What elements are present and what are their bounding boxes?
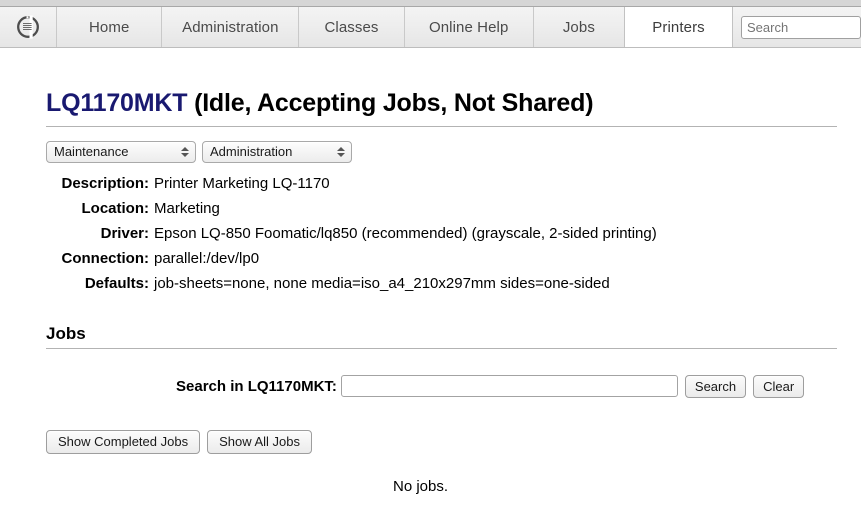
detail-label: Description:: [61, 174, 149, 192]
jobs-search-row: Search in LQ1170MKT: Search Clear: [46, 349, 837, 398]
printer-name-link[interactable]: LQ1170MKT: [46, 89, 188, 117]
detail-value: Epson LQ-850 Foomatic/lq850 (recommended…: [154, 224, 657, 242]
tab-online-help-label: Online Help: [428, 18, 509, 36]
detail-row-location: Location: Marketing: [24, 196, 837, 221]
page-title: LQ1170MKT (Idle, Accepting Jobs, Not Sha…: [24, 48, 837, 126]
cups-logo-cell[interactable]: [0, 7, 57, 47]
main-navigation-bar: Home Administration Classes Online Help …: [0, 7, 861, 48]
header-search-input[interactable]: [741, 15, 861, 39]
jobs-search-input[interactable]: [340, 375, 678, 397]
printer-details-list: Description: Printer Marketing LQ-1170 L…: [24, 163, 837, 296]
chevron-updown-icon: [181, 146, 189, 157]
cups-logo-icon: [15, 14, 41, 40]
detail-row-defaults: Defaults: job-sheets=none, none media=is…: [24, 271, 837, 296]
printer-state-text: (Idle, Accepting Jobs, Not Shared): [194, 89, 594, 117]
detail-row-description: Description: Printer Marketing LQ-1170: [24, 171, 837, 196]
tab-administration-label: Administration: [182, 18, 279, 36]
maintenance-select-value: Maintenance: [54, 144, 129, 159]
jobs-clear-button[interactable]: Clear: [753, 374, 805, 398]
detail-row-connection: Connection: parallel:/dev/lp0: [24, 246, 837, 271]
jobs-empty-message: No jobs.: [392, 477, 449, 495]
tab-home[interactable]: Home: [57, 7, 163, 47]
detail-value: job-sheets=none, none media=iso_a4_210x2…: [154, 274, 610, 292]
tab-online-help[interactable]: Online Help: [404, 7, 534, 47]
detail-label: Connection:: [61, 249, 150, 267]
administration-select-value: Administration: [210, 144, 293, 159]
tab-printers[interactable]: Printers: [624, 7, 734, 47]
tab-home-label: Home: [88, 18, 130, 36]
tab-administration[interactable]: Administration: [162, 7, 300, 47]
detail-label: Defaults:: [84, 274, 149, 292]
window-top-strip: [0, 0, 861, 7]
detail-value: Printer Marketing LQ-1170: [154, 174, 330, 192]
tab-jobs[interactable]: Jobs: [533, 7, 626, 47]
chevron-updown-icon: [337, 146, 345, 157]
tab-printers-label: Printers: [652, 18, 705, 36]
detail-label: Location:: [81, 199, 150, 217]
detail-row-driver: Driver: Epson LQ-850 Foomatic/lq850 (rec…: [24, 221, 837, 246]
tab-jobs-label: Jobs: [562, 18, 595, 36]
detail-label: Driver:: [100, 224, 149, 242]
jobs-filter-buttons: Show Completed Jobs Show All Jobs: [24, 398, 837, 454]
maintenance-select[interactable]: Maintenance: [46, 140, 196, 163]
page-content: LQ1170MKT (Idle, Accepting Jobs, Not Sha…: [0, 48, 861, 495]
jobs-search-label: Search in LQ1170MKT:: [176, 377, 337, 395]
printer-action-selects: Maintenance Administration: [24, 127, 837, 163]
detail-value: parallel:/dev/lp0: [154, 249, 260, 267]
administration-select[interactable]: Administration: [202, 140, 352, 163]
jobs-section-heading: Jobs: [46, 323, 86, 343]
tab-classes[interactable]: Classes: [299, 7, 405, 47]
tab-classes-label: Classes: [324, 18, 379, 36]
show-completed-jobs-button[interactable]: Show Completed Jobs: [46, 429, 201, 454]
detail-value: Marketing: [154, 199, 220, 217]
jobs-search-button[interactable]: Search: [684, 374, 747, 398]
header-search-area: [733, 7, 861, 47]
show-all-jobs-button[interactable]: Show All Jobs: [207, 429, 313, 454]
